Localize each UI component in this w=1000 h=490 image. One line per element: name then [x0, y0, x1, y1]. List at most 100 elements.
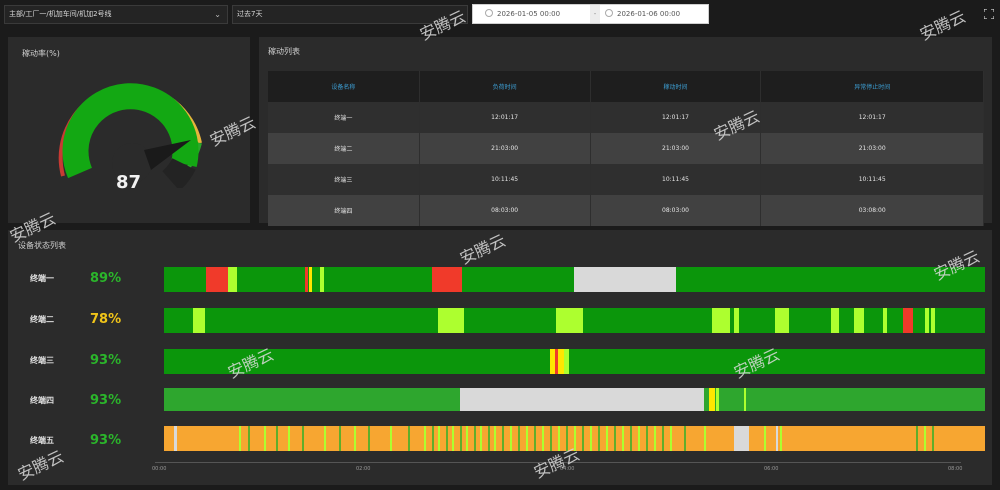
alarm-segment: [903, 308, 913, 333]
running-segment: [582, 426, 584, 451]
idle-segment: [780, 426, 782, 451]
idle-segment: [670, 426, 672, 451]
idle-segment: [264, 426, 266, 451]
running-segment: [276, 426, 278, 451]
running-segment: [534, 426, 536, 451]
table-row: 终端四 08:03:00 08:03:00 03:08:00: [268, 195, 984, 226]
idle-segment: [883, 308, 887, 333]
idle-segment: [466, 426, 468, 451]
idle-segment: [622, 426, 624, 451]
running-segment: [339, 426, 341, 451]
running-segment: [248, 426, 250, 451]
warning-segment: [709, 388, 715, 411]
start-time-field[interactable]: 2026-01-05 00:00: [485, 5, 560, 23]
device-name: 终端一: [30, 274, 54, 283]
idle-segment: [654, 426, 656, 451]
clock-icon: [485, 9, 493, 17]
idle-segment: [193, 308, 205, 333]
idle-segment: [564, 349, 569, 374]
alarm-segment: [432, 267, 462, 292]
idle-segment: [288, 426, 290, 451]
running-segment: [488, 426, 490, 451]
col-load-time: 负荷时间: [419, 71, 591, 102]
date-range-picker[interactable]: 2026-01-05 00:00 - 2026-01-06 00:00: [472, 4, 709, 24]
running-segment: [550, 426, 552, 451]
running-segment: [502, 426, 504, 451]
device-name: 终端五: [30, 436, 54, 445]
idle-segment: [390, 426, 392, 451]
cell: 终端三: [268, 164, 420, 195]
axis-tick-label: 08:00: [948, 466, 963, 472]
table-row: 终端二 21:03:00 21:03:00 21:03:00: [268, 133, 984, 164]
idle-segment: [424, 426, 426, 451]
running-segment: [662, 426, 664, 451]
cell: 21:03:00: [760, 133, 984, 164]
start-time-value: 2026-01-05 00:00: [497, 10, 561, 18]
alarm-segment: [206, 267, 228, 292]
idle-segment: [704, 426, 706, 451]
device-name: 终端二: [30, 315, 54, 324]
status-timeline: [164, 349, 985, 374]
running-segment: [446, 426, 448, 451]
idle-segment: [712, 308, 730, 333]
offline-segment: [460, 388, 704, 411]
idle-segment: [556, 308, 583, 333]
device-percent: 89%: [90, 271, 122, 286]
idle-segment: [324, 426, 326, 451]
running-segment: [932, 426, 934, 451]
utilization-value: 87: [116, 172, 142, 193]
cell: 终端二: [268, 133, 420, 164]
running-segment: [368, 426, 370, 451]
idle-segment: [744, 388, 746, 411]
running-segment: [598, 426, 600, 451]
cell: 10:11:45: [590, 164, 762, 195]
col-device-name: 设备名称: [268, 71, 420, 102]
cell: 12:01:17: [760, 102, 984, 133]
cell: 08:03:00: [419, 195, 591, 226]
cell: 终端四: [268, 195, 420, 226]
table-row: 终端一 12:01:17 12:01:17 12:01:17: [268, 102, 984, 133]
cell: 10:11:45: [419, 164, 591, 195]
idle-segment: [320, 267, 324, 292]
running-segment: [474, 426, 476, 451]
end-time-value: 2026-01-06 00:00: [617, 10, 681, 18]
device-percent: 93%: [90, 393, 122, 408]
idle-segment: [480, 426, 482, 451]
cell: 终端一: [268, 102, 420, 133]
idle-segment: [831, 308, 839, 333]
running-segment: [916, 426, 918, 451]
status-timeline: [164, 308, 985, 333]
idle-segment: [526, 426, 528, 451]
offline-segment: [574, 267, 676, 292]
idle-segment: [494, 426, 496, 451]
idle-segment: [925, 308, 929, 333]
device-name: 终端三: [30, 356, 54, 365]
device-percent: 93%: [90, 353, 122, 368]
running-segment: [460, 426, 462, 451]
idle-segment: [734, 308, 739, 333]
end-time-field[interactable]: 2026-01-06 00:00: [605, 5, 680, 23]
idle-segment: [764, 426, 766, 451]
idle-segment: [854, 308, 864, 333]
utilization-table: 设备名称 负荷时间 稼动时间 异常停止时间 终端一 12:01:17 12:01…: [268, 71, 984, 226]
production-line-select[interactable]: 主部/工厂一/机加车间/机加2号线 ⌄: [4, 5, 228, 24]
axis-tick-label: 02:00: [356, 466, 371, 472]
running-segment: [408, 426, 410, 451]
cell: 12:01:17: [419, 102, 591, 133]
cell: 08:03:00: [590, 195, 762, 226]
idle-segment: [924, 426, 926, 451]
axis-tick-label: 06:00: [764, 466, 779, 472]
idle-segment: [228, 267, 237, 292]
warning-segment: [309, 267, 312, 292]
offline-segment: [734, 426, 749, 451]
idle-segment: [716, 388, 719, 411]
idle-segment: [438, 426, 440, 451]
fullscreen-icon[interactable]: [984, 9, 994, 19]
device-percent: 78%: [90, 312, 122, 327]
running-segment: [432, 426, 434, 451]
device-percent: 93%: [90, 433, 122, 448]
utilization-title: 稼动率(%): [22, 49, 60, 58]
cell: 03:08:00: [760, 195, 984, 226]
idle-segment: [354, 426, 356, 451]
offline-segment: [776, 426, 778, 451]
